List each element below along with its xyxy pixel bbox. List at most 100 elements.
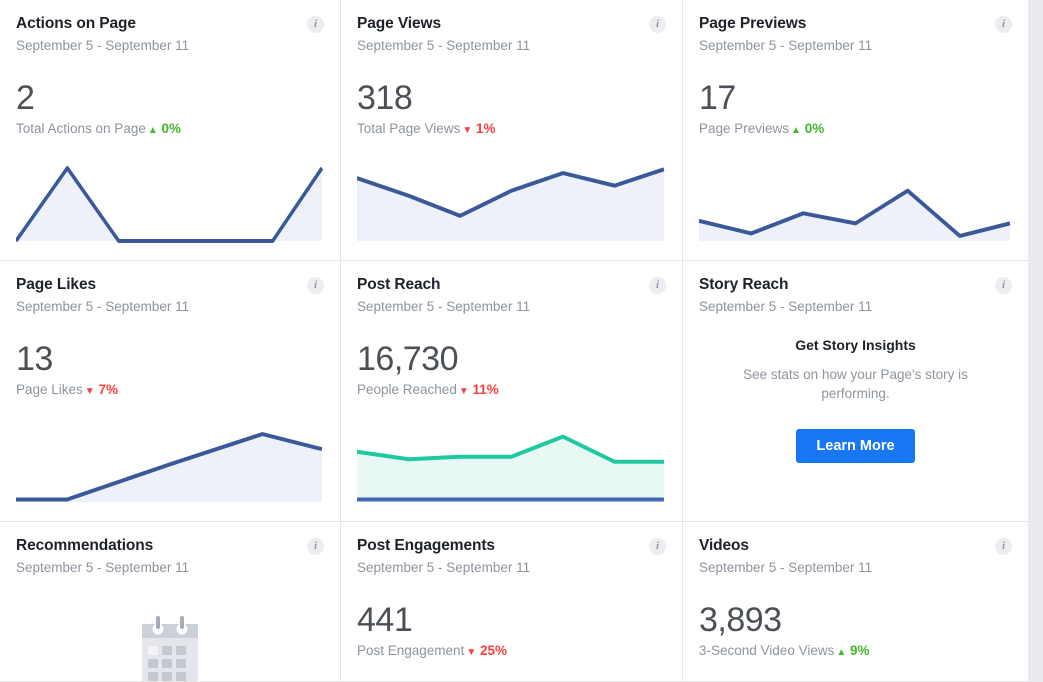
metric-delta: ▼ 25% [466,643,507,658]
metric-delta-value: 0% [804,121,825,136]
trend-down-icon: ▼ [458,386,469,397]
info-icon[interactable]: i [649,538,666,555]
metric-delta: ▼ 7% [85,382,118,397]
info-icon[interactable]: i [649,16,666,33]
card-date-range: September 5 - September 11 [16,299,190,314]
metric-delta-value: 1% [476,121,496,136]
card-title: Post Engagements [357,537,495,554]
metric-label: Page Likes [16,382,83,397]
sparkline-post-reach [357,419,666,507]
card-title: Post Reach [357,276,441,293]
info-icon[interactable]: i [649,277,666,294]
card-date-range: September 5 - September 11 [699,299,873,314]
info-icon[interactable]: i [307,538,324,555]
card-header: Actions on Page September 5 - September … [16,14,324,56]
metric-label: 3-Second Video Views [699,643,835,658]
page-background-strip [1028,0,1043,682]
card-date-range: September 5 - September 11 [699,38,873,53]
metric-value: 318 [357,79,413,117]
card-header: Page Views September 5 - September 11 i [357,14,666,56]
trend-up-icon: ▲ [147,125,158,136]
card-title: Story Reach [699,276,789,293]
info-icon[interactable]: i [307,277,324,294]
metric-value: 13 [16,340,53,378]
trend-up-icon: ▲ [836,647,847,658]
info-icon[interactable]: i [995,16,1012,33]
trend-down-icon: ▼ [466,647,477,658]
trend-down-icon: ▼ [462,125,473,136]
card-title: Actions on Page [16,15,136,32]
card-header: Page Likes September 5 - September 11 i [16,275,324,317]
metric-delta-value: 9% [850,643,870,658]
calendar-icon [142,616,198,681]
card-date-range: September 5 - September 11 [699,560,873,575]
insight-card-actions-on-page[interactable]: Actions on Page September 5 - September … [0,0,341,261]
card-date-range: September 5 - September 11 [16,38,190,53]
insights-card-grid: Actions on Page September 5 - September … [0,0,1028,682]
metric-label: Post Engagement [357,643,465,658]
sparkline-page-likes [16,419,324,507]
card-date-range: September 5 - September 11 [16,560,190,575]
insight-card-story-reach[interactable]: Story Reach September 5 - September 11 i… [683,261,1028,522]
metric-label-row: Total Actions on Page ▲ 0% [16,120,324,140]
info-icon[interactable]: i [995,538,1012,555]
metric-label: People Reached [357,382,457,397]
card-title: Recommendations [16,537,154,554]
card-header: Page Previews September 5 - September 11… [699,14,1012,56]
metric-delta: ▲ 9% [836,643,869,658]
metric-label-row: Page Likes ▼ 7% [16,381,324,401]
card-title: Page Views [357,15,442,32]
info-icon[interactable]: i [995,277,1012,294]
metric-delta-value: 0% [161,121,182,136]
insight-card-post-engagements[interactable]: Post Engagements September 5 - September… [341,522,683,682]
card-date-range: September 5 - September 11 [357,299,531,314]
metric-label: Page Previews [699,121,790,136]
insight-card-videos[interactable]: Videos September 5 - September 11 i 3,89… [683,522,1028,682]
metric-label: Total Page Views [357,121,461,136]
metric-delta: ▼ 11% [459,382,499,397]
story-reach-empty-state: Get Story Insights See stats on how your… [699,335,1012,463]
card-header: Recommendations September 5 - September … [16,536,324,578]
metric-delta: ▼ 1% [462,121,495,136]
sparkline-page-previews [699,158,1012,246]
card-title: Page Likes [16,276,96,293]
metric-delta-value: 11% [472,382,499,397]
metric-delta-value: 25% [480,643,508,658]
learn-more-button[interactable]: Learn More [796,429,915,463]
metric-label-row: Page Previews ▲ 0% [699,120,1012,140]
metric-label: Total Actions on Page [16,121,146,136]
empty-state-title: Get Story Insights [795,337,916,353]
card-header: Post Reach September 5 - September 11 i [357,275,666,317]
insight-card-post-reach[interactable]: Post Reach September 5 - September 11 i … [341,261,683,522]
metric-label-row: 3-Second Video Views ▲ 9% [699,642,1012,662]
card-title: Videos [699,537,749,554]
sparkline-page-views [357,158,666,246]
insight-card-page-likes[interactable]: Page Likes September 5 - September 11 i … [0,261,341,522]
metric-delta: ▲ 0% [791,121,824,136]
sparkline-actions-on-page [16,158,324,246]
card-date-range: September 5 - September 11 [357,560,531,575]
card-date-range: September 5 - September 11 [357,38,531,53]
insight-card-page-views[interactable]: Page Views September 5 - September 11 i … [341,0,683,261]
insight-card-recommendations[interactable]: Recommendations September 5 - September … [0,522,341,682]
recommendations-empty-state [0,616,340,681]
metric-value: 16,730 [357,340,459,378]
card-header: Post Engagements September 5 - September… [357,536,666,578]
metric-label-row: Post Engagement ▼ 25% [357,642,666,662]
metric-value: 3,893 [699,601,782,639]
trend-down-icon: ▼ [84,386,95,397]
card-header: Videos September 5 - September 11 i [699,536,1012,578]
metric-value: 2 [16,79,35,117]
info-icon[interactable]: i [307,16,324,33]
trend-up-icon: ▲ [791,125,801,136]
card-header: Story Reach September 5 - September 11 i [699,275,1012,317]
metric-value: 441 [357,601,413,639]
insight-card-page-previews[interactable]: Page Previews September 5 - September 11… [683,0,1028,261]
metric-value: 17 [699,79,736,117]
empty-state-description: See stats on how your Page's story is pe… [743,367,968,401]
metric-label-row: People Reached ▼ 11% [357,381,666,401]
card-title: Page Previews [699,15,807,32]
metric-label-row: Total Page Views ▼ 1% [357,120,666,140]
metric-delta-value: 7% [98,382,118,397]
metric-delta: ▲ 0% [148,121,181,136]
